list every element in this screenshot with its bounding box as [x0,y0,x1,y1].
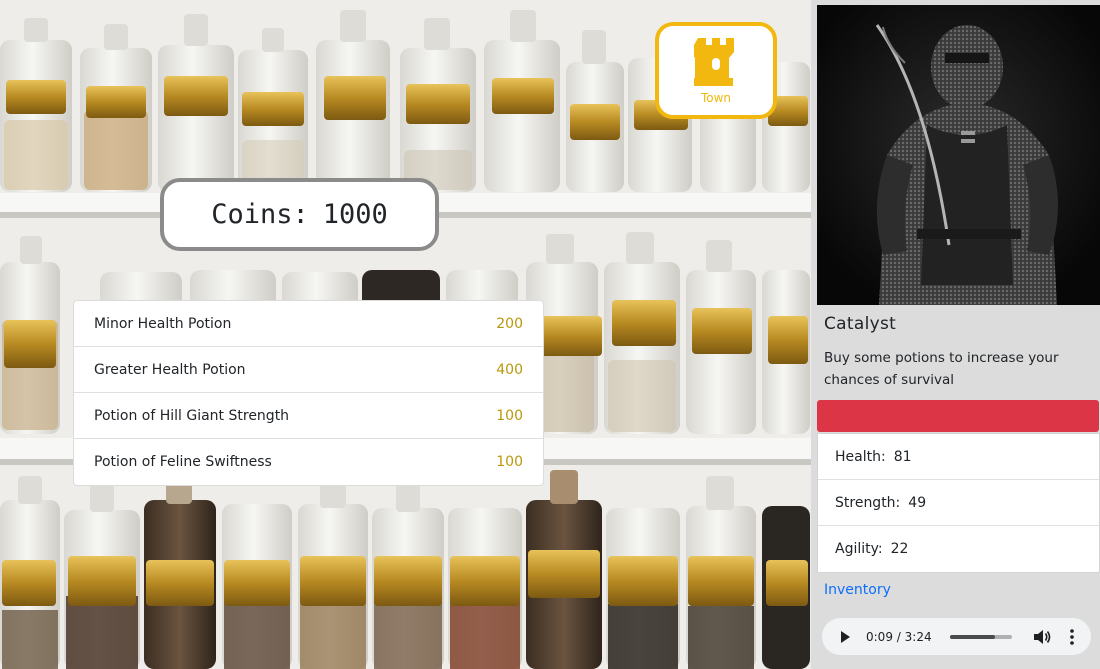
shop-item-price: 100 [496,407,523,424]
shop-background: Town Coins: 1000 Minor Health Potion 200… [0,0,811,669]
stat-label: Strength: [835,494,901,511]
potion-shop-list: Minor Health Potion 200 Greater Health P… [73,300,544,486]
audio-current-time: 0:09 [866,629,893,644]
character-panel: Catalyst Buy some potions to increase yo… [811,0,1100,669]
character-portrait [817,5,1100,305]
shop-item-price: 100 [496,454,523,470]
play-button[interactable] [832,624,858,650]
more-options-icon[interactable] [1064,627,1080,647]
stat-value: 81 [893,448,912,465]
shop-item-greater-health-potion[interactable]: Greater Health Potion 400 [74,347,543,393]
armored-warrior-portrait [817,5,1100,305]
shop-item-price: 400 [496,361,523,378]
castle-tower-icon [694,38,734,86]
stat-value: 49 [908,494,927,511]
audio-player: 0:09 / 3:24 [822,618,1091,655]
audio-progress-slider[interactable] [950,634,1012,639]
coins-display: Coins: 1000 [160,178,439,251]
stat-strength: Strength: 49 [818,480,1099,526]
stat-health: Health: 81 [818,434,1099,480]
audio-progress-fill [950,634,996,639]
shop-item-name: Greater Health Potion [94,361,246,378]
shop-item-name: Potion of Feline Swiftness [94,454,272,470]
character-description: Buy some potions to increase your chance… [824,350,1059,388]
shop-item-minor-health-potion[interactable]: Minor Health Potion 200 [74,301,543,347]
stat-value: 22 [890,541,909,557]
play-icon [841,630,850,643]
town-button[interactable]: Town [655,22,777,119]
health-bar [817,400,1099,432]
coins-label: Coins: [211,199,309,230]
audio-duration: 3:24 [904,629,932,644]
audio-time: 0:09 / 3:24 [866,629,932,644]
volume-icon[interactable] [1032,627,1052,647]
stat-agility: Agility: 22 [818,526,1099,572]
inventory-link[interactable]: Inventory [824,582,891,598]
shop-item-feline-swiftness[interactable]: Potion of Feline Swiftness 100 [74,439,543,485]
stat-label: Agility: [835,541,883,557]
shop-item-hill-giant-strength[interactable]: Potion of Hill Giant Strength 100 [74,393,543,439]
character-name: Catalyst [824,314,897,334]
stat-label: Health: [835,448,886,465]
shop-item-name: Potion of Hill Giant Strength [94,407,290,424]
character-stats: Health: 81 Strength: 49 Agility: 22 [817,433,1100,573]
shop-item-name: Minor Health Potion [94,315,232,332]
town-label: Town [700,91,732,105]
shop-item-price: 200 [496,315,523,332]
coins-value: 1000 [322,199,388,230]
